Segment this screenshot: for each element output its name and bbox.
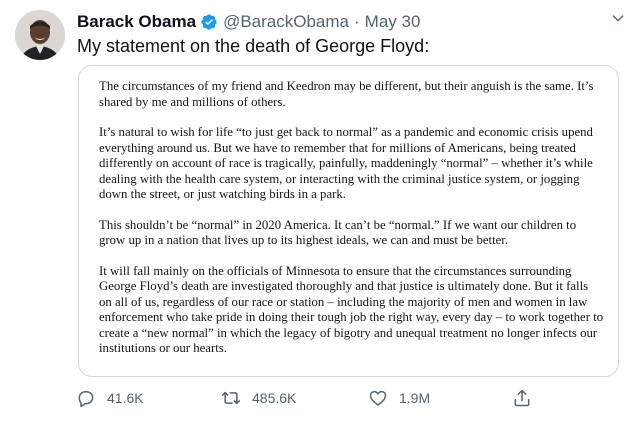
statement-paragraph: It will fall mainly on the officials of …: [99, 263, 604, 356]
author-handle[interactable]: @BarackObama: [223, 12, 349, 32]
statement-paragraph: It’s natural to wish for life “to just g…: [99, 125, 593, 201]
tweet-card[interactable]: Barack Obama @BarackObama · May 30 My st…: [0, 0, 640, 424]
separator-dot: ·: [354, 12, 360, 31]
reply-button[interactable]: 41.6K: [76, 384, 144, 412]
avatar[interactable]: [15, 10, 65, 60]
reply-icon: [78, 391, 94, 408]
like-button[interactable]: 1.9M: [368, 384, 430, 412]
heart-icon: [369, 390, 387, 406]
statement-paragraph: This shouldn’t be “normal” in 2020 Ameri…: [99, 217, 577, 248]
like-count: 1.9M: [399, 390, 431, 406]
tweet-actions: 41.6K 485.6K 1.9M: [70, 384, 550, 412]
retweet-count: 485.6K: [252, 390, 297, 406]
retweet-icon: [221, 391, 241, 405]
tweet-date[interactable]: May 30: [365, 12, 421, 32]
tweet-header: Barack Obama @BarackObama · May 30: [77, 11, 420, 33]
statement-document: The circumstances of my friend and Keedr…: [99, 79, 604, 372]
chevron-down-icon[interactable]: [608, 8, 628, 28]
verified-badge-icon: [200, 13, 218, 31]
statement-paragraph: The circumstances of my friend and Keedr…: [99, 79, 594, 109]
tweet-text: My statement on the death of George Floy…: [77, 36, 430, 56]
author-name[interactable]: Barack Obama: [77, 12, 196, 32]
share-button[interactable]: [512, 384, 532, 412]
retweet-button[interactable]: 485.6K: [221, 384, 296, 412]
share-icon: [514, 389, 530, 407]
reply-count: 41.6K: [107, 390, 144, 406]
avatar-image: [15, 10, 65, 60]
statement-image[interactable]: The circumstances of my friend and Keedr…: [78, 65, 619, 377]
